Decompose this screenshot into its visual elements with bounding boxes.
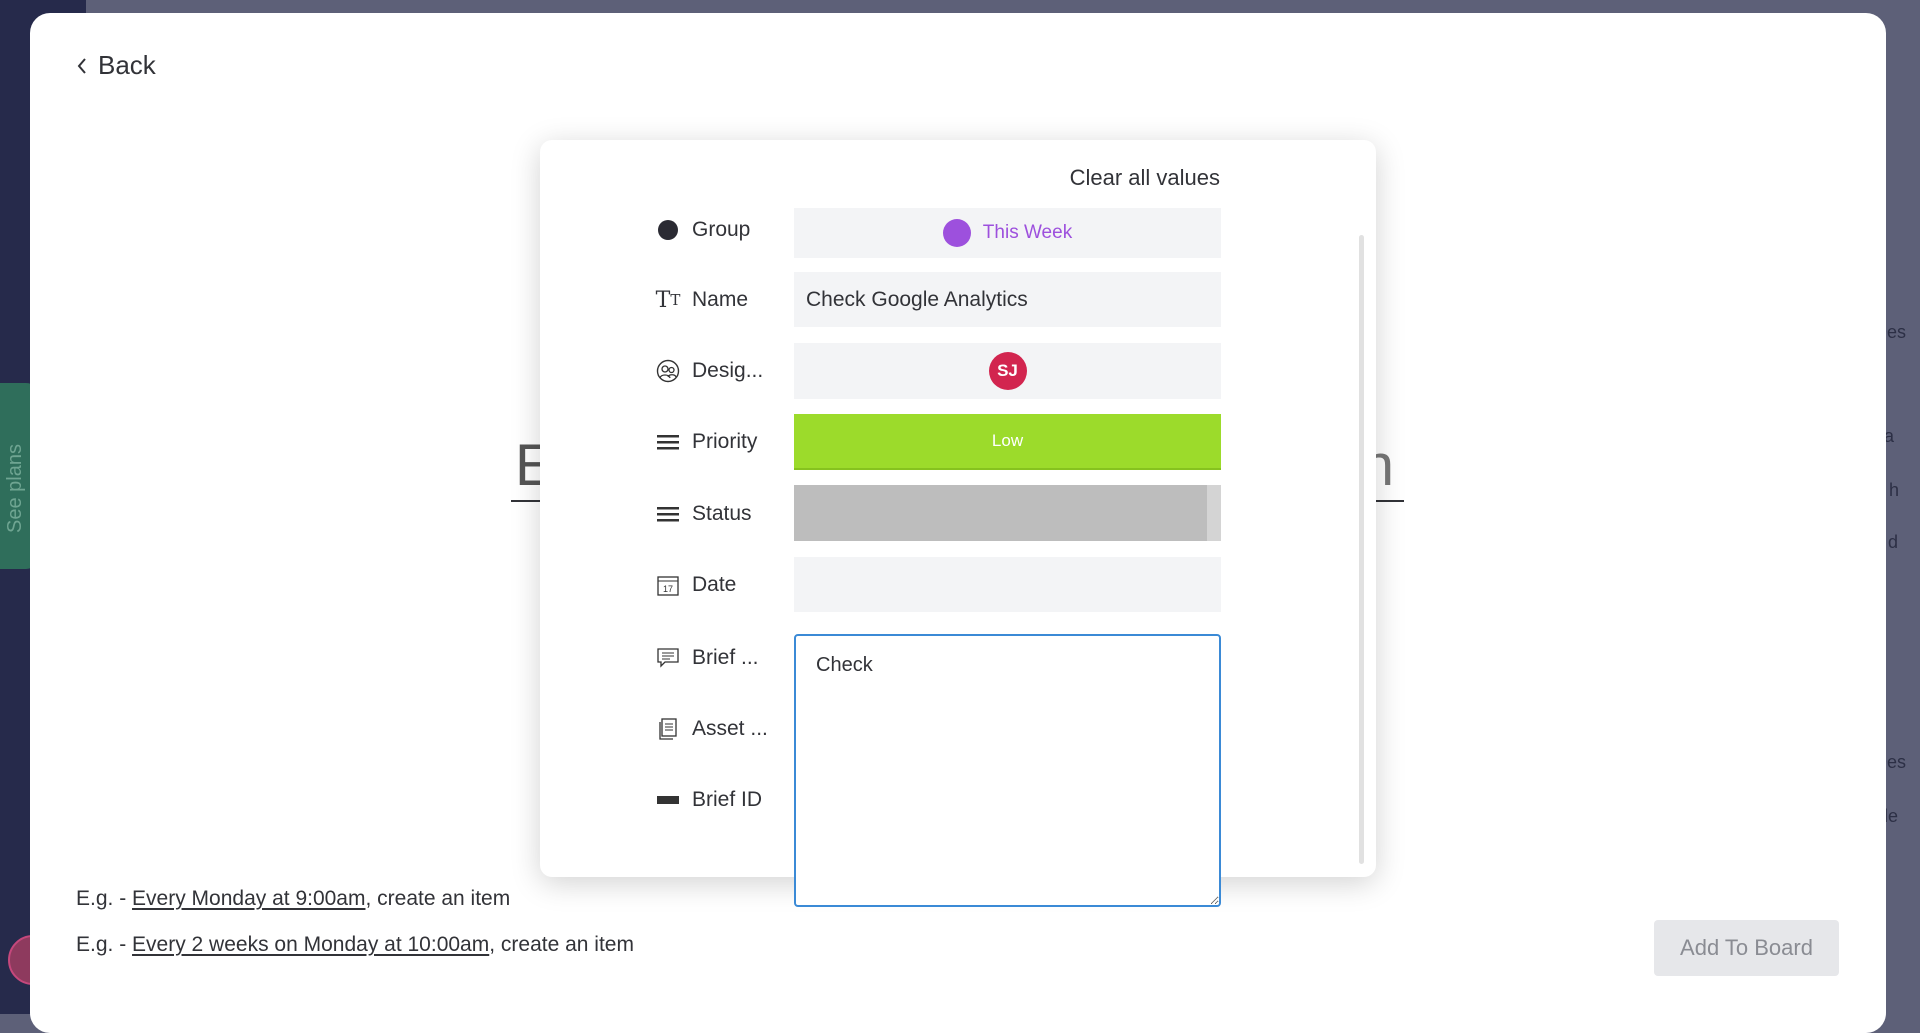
back-button[interactable]: Back bbox=[76, 50, 156, 81]
field-label-name: TT Name bbox=[656, 285, 748, 315]
group-color-dot bbox=[942, 219, 971, 247]
label-text: Date bbox=[692, 573, 737, 596]
label-text: Desig... bbox=[692, 359, 764, 382]
person-avatar: SJ bbox=[988, 352, 1027, 390]
field-label-brief-id: Brief ID bbox=[656, 785, 762, 815]
svg-text:17: 17 bbox=[663, 584, 673, 594]
group-value: This Week bbox=[982, 222, 1073, 243]
comment-icon bbox=[656, 646, 680, 670]
field-label-asset: Asset ... bbox=[656, 714, 768, 744]
example-suffix: , create an item bbox=[365, 887, 511, 910]
background-board: Des ba d h y d Des ble bbox=[1874, 0, 1920, 1014]
priority-value: Low bbox=[991, 431, 1024, 450]
status-field[interactable] bbox=[794, 485, 1221, 541]
brief-textarea[interactable]: Check bbox=[794, 634, 1221, 907]
example-link[interactable]: Every Monday at 9:00am bbox=[132, 887, 365, 910]
see-plans-label: See plans bbox=[4, 444, 26, 533]
example-link[interactable]: Every 2 weeks on Monday at 10:00am bbox=[132, 933, 489, 956]
example-suffix: , create an item bbox=[489, 933, 634, 956]
example-prefix: E.g. - bbox=[76, 933, 133, 956]
name-value: Check Google Analytics bbox=[806, 287, 1028, 311]
field-label-date: 17 Date bbox=[656, 570, 736, 600]
field-label-priority: Priority bbox=[656, 427, 757, 457]
label-text: Brief ID bbox=[692, 788, 763, 811]
circle-icon bbox=[656, 218, 680, 242]
field-label-brief: Brief ... bbox=[656, 643, 759, 673]
field-label-status: Status bbox=[656, 499, 752, 529]
label-text: Asset ... bbox=[692, 717, 768, 740]
label-text: Priority bbox=[692, 430, 758, 453]
chevron-left-icon bbox=[77, 57, 86, 74]
menu-lines-icon bbox=[656, 502, 680, 526]
field-label-group: Group bbox=[656, 215, 750, 245]
people-icon bbox=[656, 359, 680, 383]
menu-lines-icon bbox=[656, 430, 680, 454]
date-field[interactable] bbox=[794, 557, 1221, 612]
label-text: Group bbox=[692, 218, 751, 241]
group-field[interactable]: This Week bbox=[794, 208, 1221, 258]
calendar-icon: 17 bbox=[656, 573, 680, 597]
back-label: Back bbox=[98, 50, 156, 80]
add-to-board-button[interactable]: Add To Board bbox=[1654, 920, 1839, 976]
name-field[interactable]: Check Google Analytics bbox=[794, 272, 1221, 327]
id-bar-icon bbox=[656, 788, 680, 812]
designer-field[interactable]: SJ bbox=[794, 343, 1221, 399]
field-label-designer: Desig... bbox=[656, 356, 763, 386]
example-prefix: E.g. - bbox=[76, 887, 133, 910]
example-1: E.g. - Every Monday at 9:00am, create an… bbox=[76, 887, 510, 911]
text-type-icon: TT bbox=[655, 287, 681, 313]
priority-field[interactable]: Low bbox=[794, 414, 1221, 470]
label-text: Status bbox=[692, 502, 752, 525]
example-2: E.g. - Every 2 weeks on Monday at 10:00a… bbox=[76, 933, 634, 957]
label-text: Brief ... bbox=[692, 646, 759, 669]
modal-scrollbar[interactable] bbox=[1359, 235, 1364, 864]
clear-all-values-button[interactable]: Clear all values bbox=[1070, 165, 1220, 191]
document-icon bbox=[656, 717, 680, 741]
label-text: Name bbox=[692, 288, 749, 311]
